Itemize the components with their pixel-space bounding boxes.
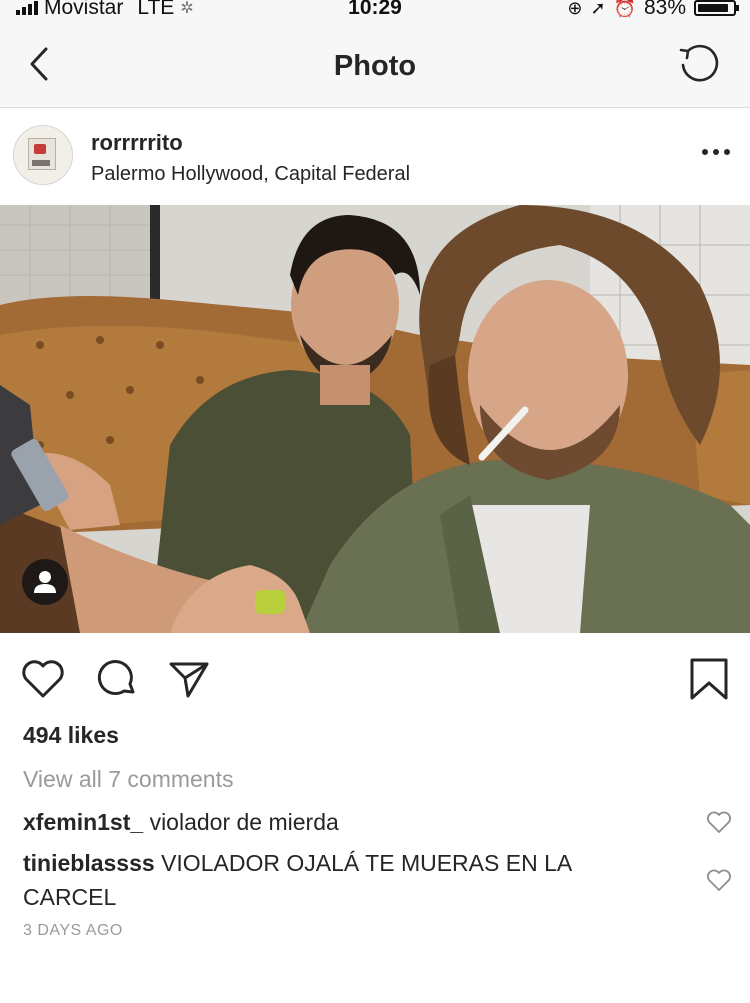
location-arrow-icon: ➚ (590, 0, 606, 18)
post-location[interactable]: Palermo Hollywood, Capital Federal (91, 163, 410, 186)
avatar[interactable] (13, 125, 73, 185)
battery-percent: 83% (643, 0, 686, 19)
comment-username[interactable]: xfemin1st_ (23, 809, 143, 835)
status-bar: Movistar LTE ✲ 10:29 ⊕ ➚ ⏰ 83% (0, 0, 750, 22)
heart-icon[interactable] (20, 656, 66, 702)
post-username[interactable]: rorrrrrito (91, 130, 183, 156)
battery-icon (694, 0, 739, 16)
comment: tinieblassss VIOLADOR OJALÁ TE MUERAS EN… (23, 846, 663, 914)
status-right: ⊕ ➚ ⏰ 83% (567, 0, 739, 20)
comment-icon[interactable] (94, 656, 140, 702)
bookmark-icon[interactable] (686, 656, 732, 702)
comment-heart-icon[interactable] (706, 868, 732, 892)
post-header: rorrrrrito Palermo Hollywood, Capital Fe… (0, 108, 750, 204)
photo-illustration (0, 205, 750, 633)
comment-username[interactable]: tinieblassss (23, 850, 155, 876)
share-icon[interactable] (166, 656, 212, 702)
ellipsis-icon[interactable] (702, 144, 730, 160)
alarm-icon: ⏰ (613, 0, 636, 18)
lock-rotation-icon: ⊕ (567, 0, 583, 18)
post-actions (0, 640, 750, 716)
person-icon (34, 571, 56, 593)
post-timestamp: 3 DAYS AGO (23, 922, 123, 939)
tag-people-button[interactable] (22, 559, 68, 605)
page-title: Photo (333, 50, 417, 82)
view-all-comments-link[interactable]: View all 7 comments (23, 766, 234, 793)
comment: xfemin1st_ violador de mierda (23, 805, 663, 839)
post-photo[interactable] (0, 205, 750, 633)
nav-bar: Photo (0, 22, 750, 108)
comment-text: violador de mierda (149, 809, 339, 835)
refresh-icon[interactable] (676, 42, 722, 88)
likes-count[interactable]: 494 likes (23, 722, 119, 749)
comment-heart-icon[interactable] (706, 810, 732, 834)
